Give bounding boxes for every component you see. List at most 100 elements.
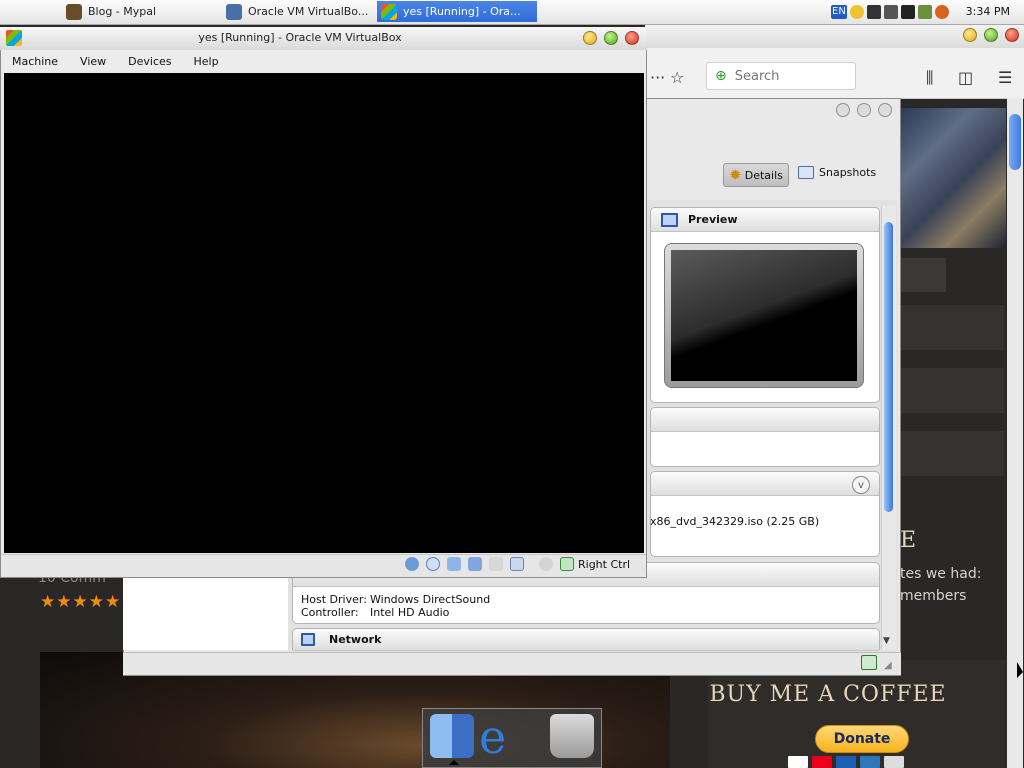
video-capture-icon[interactable] <box>510 557 524 571</box>
web-band <box>900 368 1004 413</box>
storage-iso: x86_dvd_342329.iso (2.25 GB) <box>650 515 820 528</box>
details-button[interactable]: ✹ Details <box>723 163 789 187</box>
donate-button[interactable]: Donate <box>815 725 909 753</box>
host-key-label: Right Ctrl <box>578 558 631 571</box>
details-scroll-thumb[interactable] <box>884 222 893 512</box>
coffee-heading: BUY ME A COFFEE <box>709 682 947 707</box>
menu-devices[interactable]: Devices <box>117 55 182 68</box>
mypal-icon <box>66 3 82 20</box>
vbm-minimize-button[interactable] <box>836 103 850 117</box>
vbm-statusbar <box>123 652 901 675</box>
discover-icon <box>884 756 904 768</box>
web-text: tes we had: <box>900 566 982 582</box>
vm-maximize-button[interactable] <box>604 31 618 45</box>
camera-icon <box>798 166 814 179</box>
browser-maximize-button[interactable] <box>984 28 998 42</box>
browser-scroll-thumb[interactable] <box>1009 114 1021 170</box>
library-icon[interactable]: ⫼ <box>926 68 933 88</box>
controller-label: Controller: <box>301 606 359 619</box>
web-band <box>900 431 1004 476</box>
collapse-icon[interactable]: v <box>852 476 870 494</box>
mastercard-icon <box>812 756 832 768</box>
mouse-integration-icon[interactable] <box>539 557 553 571</box>
browser-titlebar <box>645 24 1024 48</box>
usb-icon[interactable] <box>447 557 461 571</box>
shared-folder-icon[interactable] <box>489 557 503 571</box>
search-icon: ⊕ <box>715 68 727 84</box>
network-section: Network <box>292 628 880 651</box>
browser-minimize-button[interactable] <box>963 28 977 42</box>
web-band <box>900 305 1004 350</box>
host-driver-label: Host Driver: <box>301 593 367 606</box>
language-indicator[interactable]: EN <box>831 5 847 19</box>
monitor-icon <box>661 212 678 227</box>
snapshots-button[interactable]: Snapshots <box>798 166 876 179</box>
search-box[interactable]: ⊕ <box>706 62 856 90</box>
tray-app-icon[interactable] <box>917 5 932 19</box>
display-icon[interactable] <box>883 5 898 19</box>
optical-drive-icon[interactable] <box>426 557 440 571</box>
taskbar-item-label: yes [Running] - Ora... <box>403 5 521 18</box>
web-text: members <box>900 588 967 604</box>
menu-help[interactable]: Help <box>183 55 230 68</box>
details-section <box>650 407 880 467</box>
rating-stars: ★★★★★ <box>40 592 122 612</box>
taskbar-item-label: Blog - Mypal <box>88 5 157 18</box>
menu-view[interactable]: View <box>69 55 117 68</box>
spotlight-icon[interactable] <box>934 5 949 19</box>
network-status-icon[interactable] <box>861 655 877 670</box>
vbm-toolbar <box>645 120 899 200</box>
gear-icon: ✹ <box>729 166 742 184</box>
amex-icon <box>860 756 880 768</box>
controller-value: Intel HD Audio <box>370 606 450 619</box>
volume-icon[interactable] <box>900 5 915 19</box>
menu-icon[interactable]: ☰ <box>998 68 1012 87</box>
network-title: Network <box>329 633 382 646</box>
storage-section <box>650 471 880 557</box>
hard-disk-icon[interactable] <box>405 557 419 571</box>
web-widget <box>900 258 946 292</box>
menu-machine[interactable]: Machine <box>1 55 69 68</box>
vm-menubar: Machine View Devices Help <box>1 50 646 72</box>
trash-icon[interactable] <box>550 714 594 758</box>
preview-screen <box>671 250 857 381</box>
host-key-icon <box>560 557 574 571</box>
web-heading: E <box>900 528 917 553</box>
network-adapter-icon[interactable] <box>468 557 482 571</box>
scroll-down-icon[interactable]: ▼ <box>883 636 890 646</box>
host-driver-value: Windows DirectSound <box>370 593 491 606</box>
preview-title: Preview <box>688 213 738 226</box>
page-actions-icon[interactable]: ··· <box>650 68 665 87</box>
taskbar: Blog - Mypal Oracle VM VirtualBo... yes … <box>0 0 1024 25</box>
sidebar-icon[interactable]: ◫ <box>958 68 973 87</box>
dock-running-indicator <box>449 760 459 765</box>
browser-close-button[interactable] <box>1005 28 1019 42</box>
taskbar-item-vm[interactable]: yes [Running] - Ora... <box>377 1 537 22</box>
finder-icon[interactable] <box>430 714 474 758</box>
vbm-maximize-button[interactable] <box>857 103 871 117</box>
city-photo <box>900 108 1006 248</box>
vm-window-title: yes [Running] - Oracle VM VirtualBox <box>198 31 402 44</box>
visa-icon <box>788 756 808 768</box>
payment-cards <box>788 756 908 768</box>
taskbar-item-virtualbox[interactable]: Oracle VM VirtualBo... <box>222 1 370 22</box>
clock[interactable]: 3:34 PM <box>966 5 1010 18</box>
snapshots-label: Snapshots <box>819 166 877 179</box>
vm-close-button[interactable] <box>625 31 639 45</box>
details-label: Details <box>744 168 783 182</box>
taskbar-item-label: Oracle VM VirtualBo... <box>248 5 369 18</box>
vbm-close-button[interactable] <box>878 103 892 117</box>
resize-grip-icon[interactable]: ◢ <box>884 660 892 671</box>
mouse-cursor <box>1017 662 1023 678</box>
virtualbox-icon <box>226 3 242 20</box>
shield-icon[interactable] <box>849 5 864 19</box>
bookmark-star-icon[interactable]: ☆ <box>670 68 684 87</box>
search-input[interactable] <box>732 67 837 85</box>
taskbar-item-blog[interactable]: Blog - Mypal <box>62 1 222 22</box>
maestro-icon <box>836 756 856 768</box>
system-tray: EN <box>831 4 952 20</box>
internet-explorer-icon[interactable]: e <box>479 710 523 764</box>
battery-icon[interactable] <box>866 5 881 19</box>
vm-display[interactable] <box>4 73 644 553</box>
windows-icon <box>381 3 397 20</box>
